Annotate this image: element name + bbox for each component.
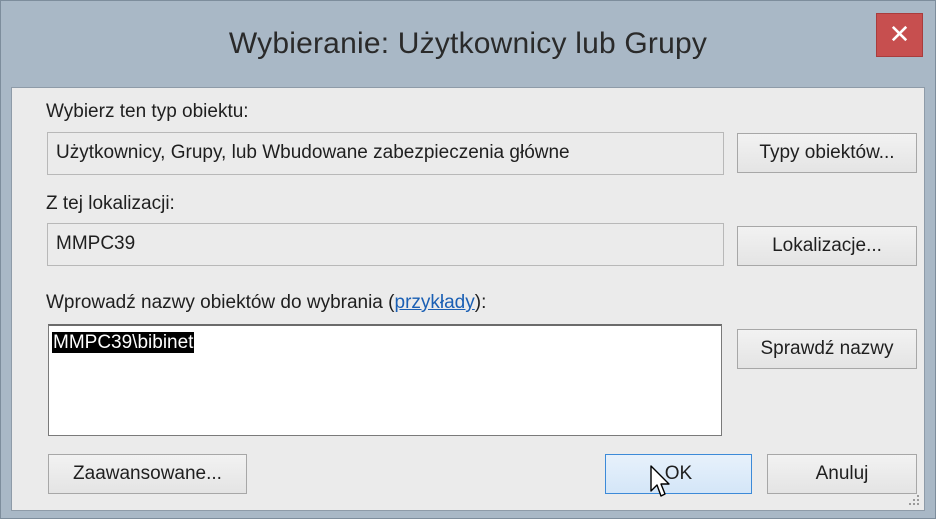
selected-object-name: MMPC39\bibinet xyxy=(52,332,195,353)
object-type-label: Wybierz ten typ obiektu: xyxy=(46,101,249,122)
examples-link[interactable]: przykłady xyxy=(395,292,475,313)
close-button[interactable]: ✕ xyxy=(876,13,923,57)
object-types-button[interactable]: Typy obiektów... xyxy=(737,133,917,173)
dialog-window: Wybieranie: Użytkownicy lub Grupy ✕ Wybi… xyxy=(0,0,936,519)
window-title: Wybieranie: Użytkownicy lub Grupy xyxy=(228,27,708,60)
names-label: Wprowadź nazwy obiektów do wybrania (prz… xyxy=(46,292,486,314)
cancel-button[interactable]: Anuluj xyxy=(767,454,917,494)
object-type-field: Użytkownicy, Grupy, lub Wbudowane zabezp… xyxy=(47,132,724,175)
location-label: Z tej lokalizacji: xyxy=(46,193,175,214)
check-names-button[interactable]: Sprawdź nazwy xyxy=(737,329,917,369)
dialog-body: Wybierz ten typ obiektu: Użytkownicy, Gr… xyxy=(11,87,925,511)
title-bar[interactable]: Wybieranie: Użytkownicy lub Grupy ✕ xyxy=(1,1,935,89)
resize-grip-icon[interactable] xyxy=(908,494,920,506)
ok-button[interactable]: OK xyxy=(605,454,752,494)
locations-button[interactable]: Lokalizacje... xyxy=(737,226,917,266)
advanced-button[interactable]: Zaawansowane... xyxy=(48,454,247,494)
location-field: MMPC39 xyxy=(47,223,724,266)
names-label-suffix: ): xyxy=(474,292,487,313)
names-label-prefix: Wprowadź nazwy obiektów do wybrania ( xyxy=(46,292,395,313)
arrow-cursor-icon xyxy=(650,465,670,497)
object-names-input[interactable]: MMPC39\bibinet xyxy=(48,324,722,436)
close-icon: ✕ xyxy=(888,19,911,49)
